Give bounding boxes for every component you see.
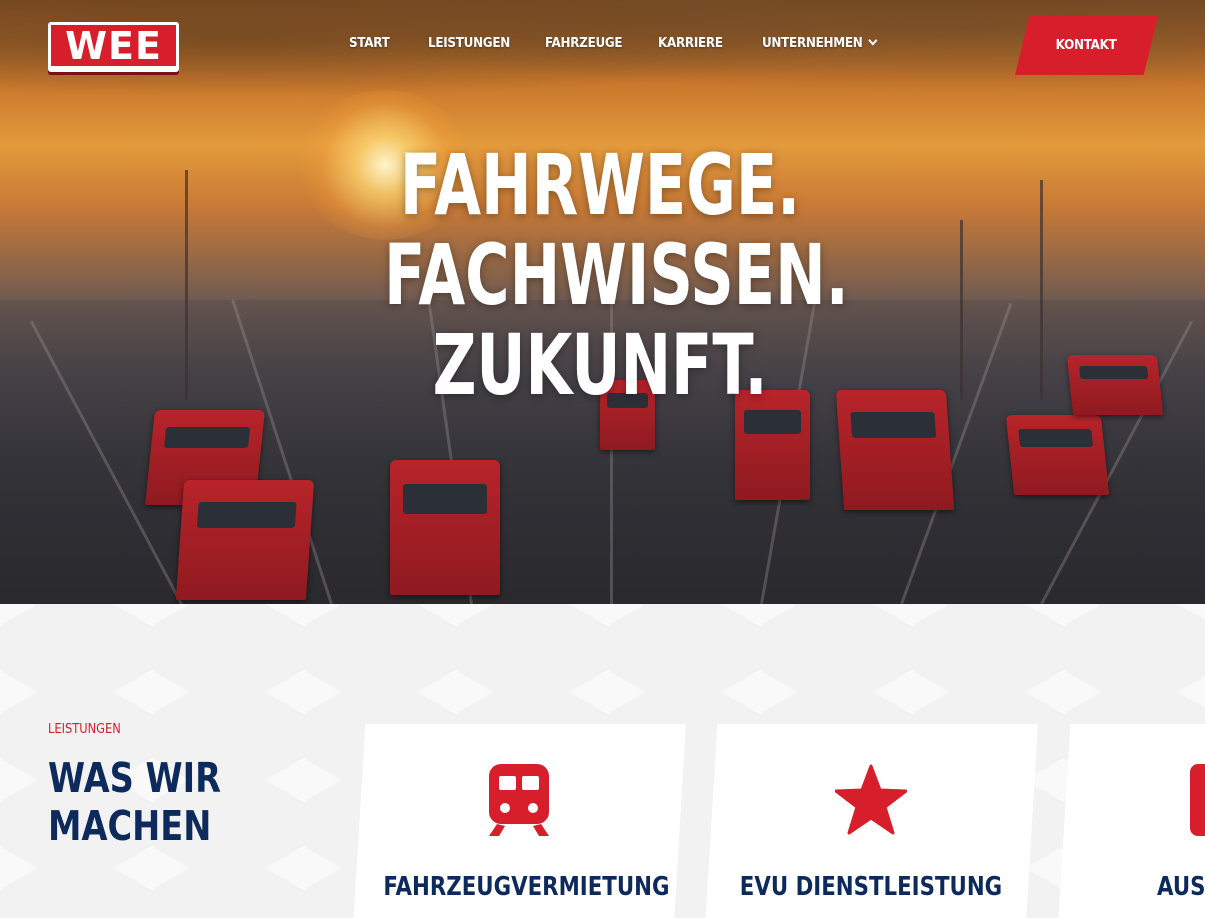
service-card-third[interactable]: AUSB (1057, 724, 1205, 918)
hero-banner: WEE START LEISTUNGEN FAHRZEUGE KARRIERE … (0, 0, 1205, 604)
brand-logo[interactable]: WEE (48, 22, 179, 72)
section-eyebrow: LEISTUNGEN (48, 722, 121, 737)
service-card-title: EVU DIENSTLEISTUNG (704, 872, 1038, 902)
contact-button[interactable]: KONTAKT (1015, 16, 1158, 75)
nav-item-leistungen[interactable]: LEISTUNGEN (428, 36, 510, 51)
section-title-line-2: MACHEN (48, 802, 212, 850)
service-card-evu-dienstleistung[interactable]: EVU DIENSTLEISTUNG (704, 724, 1038, 918)
logo-text: WEE (65, 23, 162, 68)
service-card-title-text: EVU DIENSTLEISTUNG (739, 872, 1003, 902)
nav-item-unternehmen-label: UNTERNEHMEN (762, 36, 863, 51)
services-section: LEISTUNGEN WAS WIR MACHEN FAHRZEUGVERMIE… (0, 604, 1205, 918)
nav-item-karriere[interactable]: KARRIERE (658, 36, 723, 51)
nav-item-fahrzeuge[interactable]: FAHRZEUGE (545, 36, 623, 51)
section-title: WAS WIR MACHEN (48, 754, 221, 850)
train-icon (489, 764, 549, 836)
nav-item-start[interactable]: START (349, 36, 390, 51)
service-icon (1190, 764, 1205, 836)
service-card-fahrzeugvermietung[interactable]: FAHRZEUGVERMIETUNG (352, 724, 686, 918)
service-card-title-text: AUSB (1157, 872, 1205, 902)
service-card-title: AUSB (1157, 872, 1205, 902)
hero-headline-line-3: ZUKUNFT. (432, 316, 768, 414)
hero-headline-line-1: FAHRWEGE. (399, 136, 801, 234)
service-card-title-text: FAHRZEUGVERMIETUNG (383, 872, 670, 902)
hero-headline-line-2: FACHWISSEN. (384, 226, 849, 324)
nav-item-unternehmen[interactable]: UNTERNEHMEN (762, 35, 878, 51)
hero-headline: FAHRWEGE. FACHWISSEN. ZUKUNFT. (300, 140, 900, 410)
chevron-down-icon (868, 35, 878, 46)
section-title-line-1: WAS WIR (48, 754, 221, 802)
contact-button-label: KONTAKT (1056, 38, 1117, 53)
star-icon (835, 764, 907, 835)
service-card-title: FAHRZEUGVERMIETUNG (352, 872, 686, 902)
